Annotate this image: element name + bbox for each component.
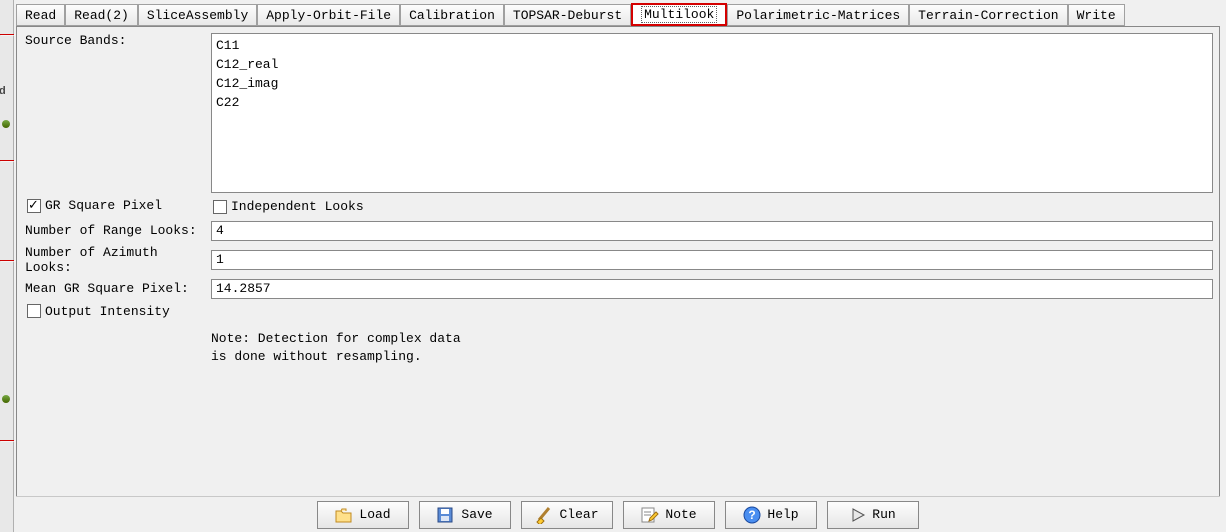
sliver-label: ld bbox=[0, 85, 6, 97]
tab-apply-orbit-file[interactable]: Apply-Orbit-File bbox=[257, 4, 400, 26]
tab-label: SliceAssembly bbox=[147, 8, 248, 23]
map-line bbox=[0, 34, 14, 35]
button-label: Note bbox=[665, 507, 696, 522]
tab-polarimetric-matrices[interactable]: Polarimetric-Matrices bbox=[727, 4, 909, 26]
tab-write[interactable]: Write bbox=[1068, 4, 1125, 26]
button-label: Load bbox=[359, 507, 390, 522]
tab-read-2[interactable]: Read(2) bbox=[65, 4, 138, 26]
checkbox-label: Output Intensity bbox=[45, 304, 170, 319]
tab-label: Terrain-Correction bbox=[918, 8, 1058, 23]
range-looks-label: Number of Range Looks: bbox=[23, 223, 211, 238]
map-dot bbox=[2, 120, 10, 128]
multilook-panel: Source Bands: C11 C12_real C12_imag C22 … bbox=[16, 26, 1220, 504]
checkbox-icon bbox=[213, 200, 227, 214]
button-label: Help bbox=[767, 507, 798, 522]
help-icon: ? bbox=[743, 506, 761, 524]
tab-topsar-deburst[interactable]: TOPSAR-Deburst bbox=[504, 4, 631, 26]
tab-label: TOPSAR-Deburst bbox=[513, 8, 622, 23]
tab-label: Calibration bbox=[409, 8, 495, 23]
tab-label: Polarimetric-Matrices bbox=[736, 8, 900, 23]
save-button[interactable]: Save bbox=[419, 501, 511, 529]
svg-text:?: ? bbox=[749, 508, 756, 522]
mean-gr-pixel-input[interactable]: 14.2857 bbox=[211, 279, 1213, 299]
note-edit-icon bbox=[641, 507, 659, 523]
map-line bbox=[0, 260, 14, 261]
list-item[interactable]: C22 bbox=[216, 93, 1208, 112]
checkbox-label: Independent Looks bbox=[231, 199, 364, 214]
folder-open-icon bbox=[335, 507, 353, 523]
list-item[interactable]: C11 bbox=[216, 36, 1208, 55]
run-button[interactable]: Run bbox=[827, 501, 919, 529]
note-button[interactable]: Note bbox=[623, 501, 715, 529]
tab-read[interactable]: Read bbox=[16, 4, 65, 26]
mean-gr-pixel-label: Mean GR Square Pixel: bbox=[23, 281, 211, 296]
tab-label: Read(2) bbox=[74, 8, 129, 23]
azimuth-looks-label: Number of Azimuth Looks: bbox=[23, 245, 211, 275]
source-bands-list[interactable]: C11 C12_real C12_imag C22 bbox=[211, 33, 1213, 193]
background-sliver: ld bbox=[0, 0, 14, 532]
note-text: Note: Detection for complex data is done… bbox=[211, 330, 1213, 366]
load-button[interactable]: Load bbox=[317, 501, 409, 529]
independent-looks-checkbox[interactable]: Independent Looks bbox=[211, 198, 366, 215]
tab-label: Apply-Orbit-File bbox=[266, 8, 391, 23]
azimuth-looks-input[interactable]: 1 bbox=[211, 250, 1213, 270]
button-bar: Load Save Clear Note ? Help Run bbox=[16, 496, 1220, 530]
button-label: Save bbox=[461, 507, 492, 522]
clear-button[interactable]: Clear bbox=[521, 501, 613, 529]
tab-label: Read bbox=[25, 8, 56, 23]
tab-label: Write bbox=[1077, 8, 1116, 23]
range-looks-input[interactable]: 4 bbox=[211, 221, 1213, 241]
tab-terrain-correction[interactable]: Terrain-Correction bbox=[909, 4, 1067, 26]
tab-multilook[interactable]: Multilook bbox=[631, 3, 727, 26]
tab-slice-assembly[interactable]: SliceAssembly bbox=[138, 4, 257, 26]
map-dot bbox=[2, 395, 10, 403]
output-intensity-checkbox[interactable]: Output Intensity bbox=[25, 303, 172, 320]
gr-square-pixel-checkbox[interactable]: GR Square Pixel bbox=[25, 197, 164, 214]
button-label: Run bbox=[872, 507, 895, 522]
help-button[interactable]: ? Help bbox=[725, 501, 817, 529]
save-icon bbox=[437, 507, 455, 523]
source-bands-label: Source Bands: bbox=[23, 33, 211, 48]
list-item[interactable]: C12_real bbox=[216, 55, 1208, 74]
tab-calibration[interactable]: Calibration bbox=[400, 4, 504, 26]
tab-bar: Read Read(2) SliceAssembly Apply-Orbit-F… bbox=[16, 4, 1220, 26]
map-line bbox=[0, 160, 14, 161]
checkbox-icon bbox=[27, 304, 41, 318]
play-icon bbox=[850, 507, 866, 523]
list-item[interactable]: C12_imag bbox=[216, 74, 1208, 93]
tab-label: Multilook bbox=[641, 6, 717, 23]
map-line bbox=[0, 440, 14, 441]
broom-icon bbox=[535, 506, 553, 524]
checkbox-icon bbox=[27, 199, 41, 213]
button-label: Clear bbox=[559, 507, 598, 522]
checkbox-label: GR Square Pixel bbox=[45, 198, 162, 213]
